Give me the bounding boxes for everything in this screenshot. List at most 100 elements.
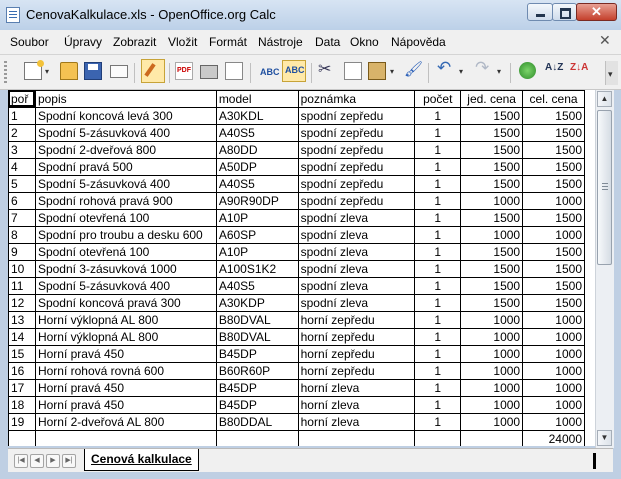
cell-poznamka[interactable]: spodní zleva — [297, 277, 416, 295]
page-preview-icon[interactable] — [225, 62, 243, 80]
empty-cell[interactable] — [585, 108, 595, 125]
cell-popis[interactable]: Spodní 2-dveřová 800 — [34, 141, 217, 159]
cell-pocet[interactable]: 1 — [414, 260, 462, 278]
cell-jed-cena[interactable]: 1000 — [460, 311, 524, 329]
cell-popis[interactable]: Horní pravá 450 — [34, 345, 217, 363]
cell-jed-cena[interactable]: 1500 — [460, 209, 524, 227]
empty-cell[interactable] — [585, 125, 595, 142]
cell-pocet[interactable]: 1 — [414, 345, 462, 363]
empty-cell[interactable] — [414, 430, 462, 446]
empty-cell[interactable] — [585, 380, 595, 397]
cell-cel-cena[interactable]: 1500 — [522, 158, 585, 176]
empty-cell[interactable] — [585, 159, 595, 176]
empty-cell[interactable] — [215, 430, 299, 446]
cell-pocet[interactable]: 1 — [414, 379, 462, 397]
cell-model[interactable]: A30KDP — [215, 294, 299, 312]
minimize-button[interactable] — [527, 3, 553, 21]
last-sheet-icon[interactable]: ▶| — [62, 454, 76, 468]
cell-popis[interactable]: Spodní koncová pravá 300 — [34, 294, 217, 312]
cell-model[interactable]: A100S1K2 — [215, 260, 299, 278]
format-paintbrush-icon[interactable]: 🖌 — [404, 60, 423, 78]
cell-jed-cena[interactable]: 1000 — [460, 226, 524, 244]
cell-popis[interactable]: Horní pravá 450 — [34, 396, 217, 414]
vertical-scrollbar[interactable]: ▲ ▼ — [595, 90, 614, 448]
export-pdf-icon[interactable] — [175, 62, 193, 80]
cell-model[interactable]: A50DP — [215, 158, 299, 176]
empty-cell[interactable] — [585, 295, 595, 312]
cell-jed-cena[interactable]: 1000 — [460, 192, 524, 210]
cell-popis[interactable]: Spodní rohová pravá 900 — [34, 192, 217, 210]
redo-icon[interactable]: ↷ — [475, 58, 493, 77]
cell-popis[interactable]: Horní výklopná AL 800 — [34, 328, 217, 346]
cell-index[interactable]: 15 — [8, 345, 36, 363]
cell-pocet[interactable]: 1 — [414, 175, 462, 193]
cell-poznamka[interactable]: spodní zepředu — [297, 141, 416, 159]
cell-model[interactable]: A90R90DP — [215, 192, 299, 210]
cell-index[interactable]: 10 — [8, 260, 36, 278]
column-header[interactable]: poznámka — [297, 90, 416, 108]
menu-upravy[interactable]: Úpravy — [64, 35, 102, 49]
cell-pocet[interactable]: 1 — [414, 311, 462, 329]
cell-model[interactable]: A40S5 — [215, 277, 299, 295]
cell-popis[interactable]: Horní rohová rovná 600 — [34, 362, 217, 380]
menu-format[interactable]: Formát — [209, 35, 247, 49]
spellcheck-icon[interactable]: ABC — [258, 63, 280, 81]
autospellcheck-icon[interactable]: ABC — [282, 60, 306, 82]
cell-jed-cena[interactable]: 1000 — [460, 362, 524, 380]
cell-index[interactable]: 19 — [8, 413, 36, 431]
cell-index[interactable]: 17 — [8, 379, 36, 397]
cell-cel-cena[interactable]: 1500 — [522, 175, 585, 193]
cell-popis[interactable]: Spodní 5-zásuvková 400 — [34, 175, 217, 193]
cell-jed-cena[interactable]: 1000 — [460, 396, 524, 414]
empty-cell[interactable] — [585, 210, 595, 227]
cell-index[interactable]: 4 — [8, 158, 36, 176]
cell-poznamka[interactable]: horní zleva — [297, 379, 416, 397]
cell-index[interactable]: 12 — [8, 294, 36, 312]
empty-cell[interactable] — [585, 227, 595, 244]
column-header[interactable]: poř — [8, 90, 36, 108]
cell-index[interactable]: 9 — [8, 243, 36, 261]
cell-index[interactable]: 16 — [8, 362, 36, 380]
paste-icon[interactable] — [368, 62, 386, 80]
empty-cell[interactable] — [585, 193, 595, 210]
cell-poznamka[interactable]: horní zepředu — [297, 311, 416, 329]
empty-cell[interactable] — [585, 91, 595, 108]
cell-jed-cena[interactable]: 1500 — [460, 277, 524, 295]
cell-poznamka[interactable]: horní zepředu — [297, 328, 416, 346]
empty-cell[interactable] — [585, 431, 595, 447]
empty-cell[interactable] — [8, 430, 36, 446]
cell-pocet[interactable]: 1 — [414, 192, 462, 210]
cell-popis[interactable]: Horní 2-dveřová AL 800 — [34, 413, 217, 431]
cell-model[interactable]: B60R60P — [215, 362, 299, 380]
empty-cell[interactable] — [585, 176, 595, 193]
cell-poznamka[interactable]: spodní zepředu — [297, 107, 416, 125]
cell-pocet[interactable]: 1 — [414, 243, 462, 261]
cell-poznamka[interactable]: spodní zepředu — [297, 175, 416, 193]
empty-cell[interactable] — [585, 346, 595, 363]
cell-pocet[interactable]: 1 — [414, 209, 462, 227]
sheet-tab-cenova-kalkulace[interactable]: Cenová kalkulace — [84, 449, 199, 471]
cell-index[interactable]: 14 — [8, 328, 36, 346]
menu-zobrazit[interactable]: Zobrazit — [113, 35, 156, 49]
empty-cell[interactable] — [585, 414, 595, 431]
cell-poznamka[interactable]: spodní zleva — [297, 226, 416, 244]
empty-cell[interactable] — [585, 329, 595, 346]
cell-pocet[interactable]: 1 — [414, 294, 462, 312]
cell-cel-cena[interactable]: 1500 — [522, 141, 585, 159]
save-disk-icon[interactable] — [84, 62, 102, 80]
redo-dropdown-icon[interactable]: ▾ — [497, 67, 501, 76]
open-folder-icon[interactable] — [60, 62, 78, 80]
total-value-cell[interactable]: 24000 — [522, 430, 585, 446]
cell-jed-cena[interactable]: 1000 — [460, 413, 524, 431]
sort-descending-icon[interactable]: Z↓A — [570, 62, 588, 80]
toolbar-grip[interactable] — [4, 61, 7, 83]
cell-poznamka[interactable]: spodní zepředu — [297, 192, 416, 210]
cell-index[interactable]: 2 — [8, 124, 36, 142]
empty-cell[interactable] — [460, 430, 524, 446]
cell-popis[interactable]: Spodní 3-zásuvková 1000 — [34, 260, 217, 278]
empty-cell[interactable] — [585, 261, 595, 278]
cell-poznamka[interactable]: horní zepředu — [297, 345, 416, 363]
empty-cell[interactable] — [585, 363, 595, 380]
cell-popis[interactable]: Spodní otevřená 100 — [34, 243, 217, 261]
close-window-button[interactable] — [576, 3, 617, 21]
